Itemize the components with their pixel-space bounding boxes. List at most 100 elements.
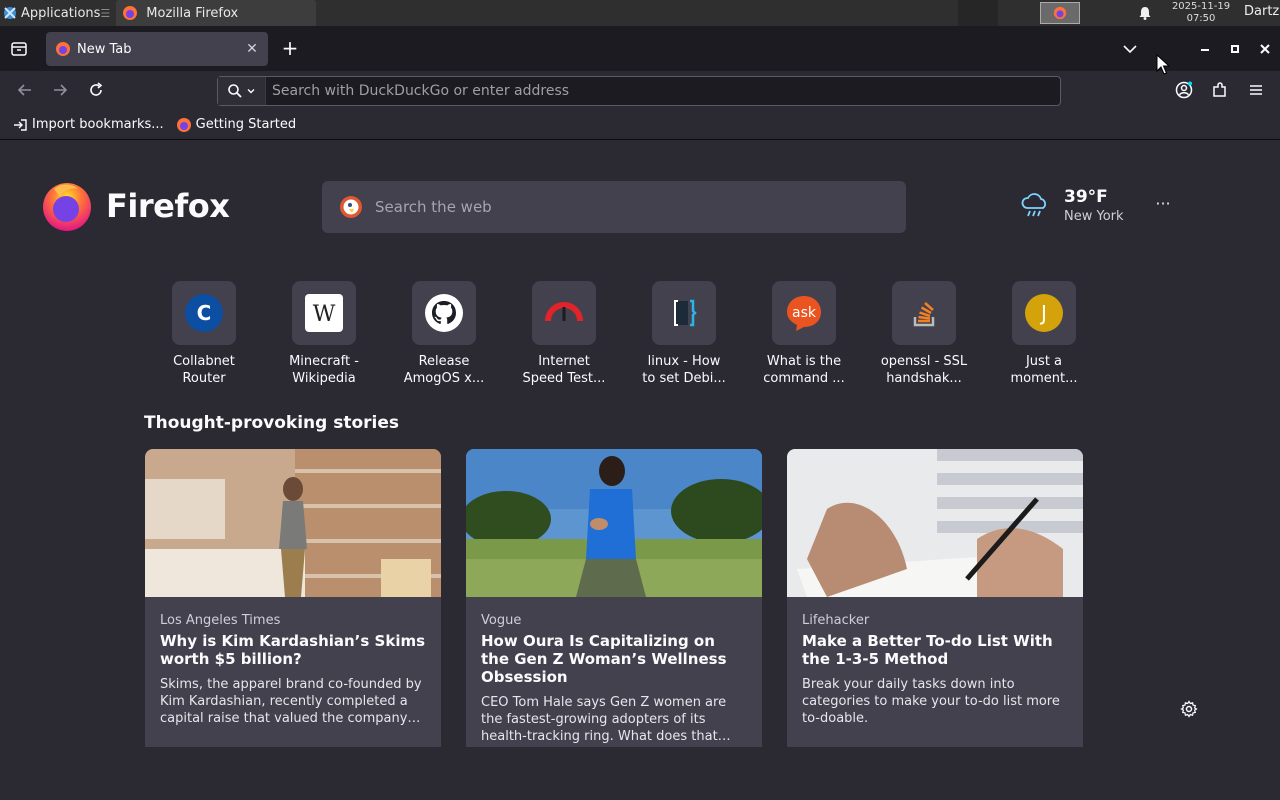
firefox-icon — [1053, 6, 1067, 20]
shortcut-label: What is the command ... — [763, 354, 845, 386]
weather-city: New York — [1064, 209, 1124, 224]
story-title: Make a Better To-do List With the 1-3-5 … — [802, 632, 1053, 668]
user-menu[interactable]: Dartz — [1244, 4, 1279, 19]
shortcut-tile: W — [292, 281, 356, 345]
story-title: Why is Kim Kardashian’s Skims worth $5 b… — [160, 632, 426, 668]
shortcut-just-a-moment[interactable]: J Just a moment... — [984, 281, 1104, 387]
story-source: Vogue — [481, 613, 522, 628]
notification-bell-icon[interactable] — [1137, 5, 1153, 21]
web-search-box — [322, 181, 906, 233]
duckduckgo-icon — [340, 196, 362, 218]
taskbar-spacer — [958, 0, 998, 26]
story-excerpt: Skims, the apparel brand co-founded by K… — [160, 677, 422, 726]
os-taskbar: Applications ☰ Mozilla Firefox 2025-11-1… — [0, 0, 1280, 26]
firefox-icon — [123, 6, 138, 20]
firefox-view-icon[interactable] — [8, 38, 30, 60]
weather-temperature: 39°F — [1064, 187, 1108, 207]
tab-strip: New Tab ✕ + — [0, 26, 1280, 71]
extensions-icon[interactable] — [1210, 80, 1230, 100]
tab-new-tab[interactable]: New Tab ✕ — [46, 32, 268, 66]
clock-time: 07:50 — [1186, 13, 1216, 24]
xfce-logo-icon — [4, 7, 16, 19]
letter-j-icon: J — [1025, 294, 1063, 332]
maximize-icon[interactable] — [1228, 42, 1242, 56]
shortcut-label: Collabnet Router — [173, 354, 235, 386]
story-image-writing — [787, 449, 1083, 597]
firefox-logo-icon — [43, 183, 91, 231]
shortcut-label: Minecraft - Wikipedia — [289, 354, 359, 386]
story-body: Vogue How Oura Is Capitalizing on the Ge… — [466, 597, 762, 745]
story-card[interactable]: Los Angeles Times Why is Kim Kardashian’… — [145, 449, 441, 747]
bookmark-getting-started[interactable]: Getting Started — [176, 117, 296, 133]
shortcut-linux-debian[interactable]: linux - How to set Debi... — [624, 281, 744, 387]
close-window-icon[interactable] — [1258, 42, 1272, 56]
story-source: Los Angeles Times — [160, 613, 281, 628]
shortcut-tile: C — [172, 281, 236, 345]
search-engine-button[interactable] — [218, 77, 266, 105]
superuser-icon — [674, 299, 697, 327]
stories-heading: Thought-provoking stories — [144, 413, 400, 433]
taskbar-window-title: Mozilla Firefox — [146, 5, 239, 21]
story-card[interactable]: Lifehacker Make a Better To-do List With… — [787, 449, 1083, 747]
chevron-down-icon — [247, 89, 255, 94]
search-icon — [228, 84, 242, 98]
bookmarks-toolbar: Import bookmarks... Getting Started — [0, 110, 1280, 140]
firefox-icon — [176, 117, 191, 132]
speedometer-icon — [545, 302, 583, 322]
shortcut-minecraft-wikipedia[interactable]: W Minecraft - Wikipedia — [264, 281, 384, 387]
tab-label: New Tab — [77, 41, 132, 57]
svg-text:W: W — [313, 302, 336, 327]
shortcut-tile — [532, 281, 596, 345]
story-excerpt: CEO Tom Hale says Gen Z women are the fa… — [481, 695, 731, 744]
story-cards: Los Angeles Times Why is Kim Kardashian’… — [145, 449, 1083, 747]
shortcut-openssl-ssl[interactable]: openssl - SSL handshak... — [864, 281, 984, 387]
applications-menu[interactable]: Applications ☰ — [0, 0, 116, 26]
shortcut-collabnet-router[interactable]: C Collabnet Router — [144, 281, 264, 387]
shortcut-askubuntu[interactable]: ask What is the command ... — [744, 281, 864, 387]
personalize-gear-icon[interactable] — [1180, 700, 1198, 718]
story-image-store — [145, 449, 441, 597]
shortcut-tile — [892, 281, 956, 345]
svg-text:ask: ask — [792, 305, 817, 321]
story-excerpt: Break your daily tasks down into categor… — [802, 677, 1060, 726]
story-title: How Oura Is Capitalizing on the Gen Z Wo… — [481, 632, 727, 686]
shortcut-tile: J — [1012, 281, 1076, 345]
clock[interactable]: 2025-11-19 07:50 — [1166, 1, 1236, 25]
url-input[interactable] — [272, 83, 1032, 99]
weather-widget[interactable]: 39°F New York — [1020, 187, 1124, 224]
forward-arrow-icon[interactable] — [50, 80, 70, 100]
navigation-toolbar — [0, 71, 1280, 110]
new-tab-page: Firefox 39°F New York ··· C CollabnetRou… — [0, 141, 1280, 800]
firefox-wordmark: Firefox — [106, 187, 230, 225]
hamburger-menu-icon[interactable] — [1246, 80, 1266, 100]
shortcut-release-amogos[interactable]: Release AmogOS x... — [384, 281, 504, 387]
shortcut-tile — [412, 281, 476, 345]
taskbar-window-button[interactable]: Mozilla Firefox — [116, 0, 317, 26]
applications-separator: ☰ — [100, 6, 111, 20]
firefox-icon — [56, 42, 70, 56]
close-tab-icon[interactable]: ✕ — [244, 41, 260, 57]
shortcut-label: openssl - SSL handshak... — [880, 354, 968, 386]
shortcut-tile — [652, 281, 716, 345]
shortcut-internet-speed-test[interactable]: Internet Speed Test... — [504, 281, 624, 387]
weather-menu-button[interactable]: ··· — [1152, 196, 1174, 214]
shortcut-label: Internet Speed Test... — [522, 354, 606, 386]
weather-text: 39°F New York — [1064, 187, 1124, 224]
story-source: Lifehacker — [802, 613, 870, 628]
mouse-cursor-icon — [1156, 54, 1170, 75]
workspace-thumbnail[interactable] — [1040, 2, 1080, 24]
top-sites: C Collabnet Router W Minecraft - Wikipedia… — [144, 281, 1104, 387]
back-arrow-icon[interactable] — [15, 80, 35, 100]
web-search-input[interactable] — [375, 198, 875, 216]
shortcut-label: Release AmogOS x... — [403, 354, 485, 386]
wikipedia-w-icon: W — [305, 294, 343, 332]
account-icon[interactable] — [1174, 80, 1194, 100]
shortcut-tile: ask — [772, 281, 836, 345]
minimize-icon[interactable] — [1198, 42, 1212, 56]
bookmark-import[interactable]: Import bookmarks... — [12, 117, 164, 133]
askubuntu-icon: ask — [787, 296, 821, 331]
new-tab-button[interactable]: + — [280, 38, 300, 59]
story-card[interactable]: Vogue How Oura Is Capitalizing on the Ge… — [466, 449, 762, 747]
reload-icon[interactable] — [86, 80, 106, 100]
list-all-tabs-icon[interactable] — [1121, 40, 1139, 58]
